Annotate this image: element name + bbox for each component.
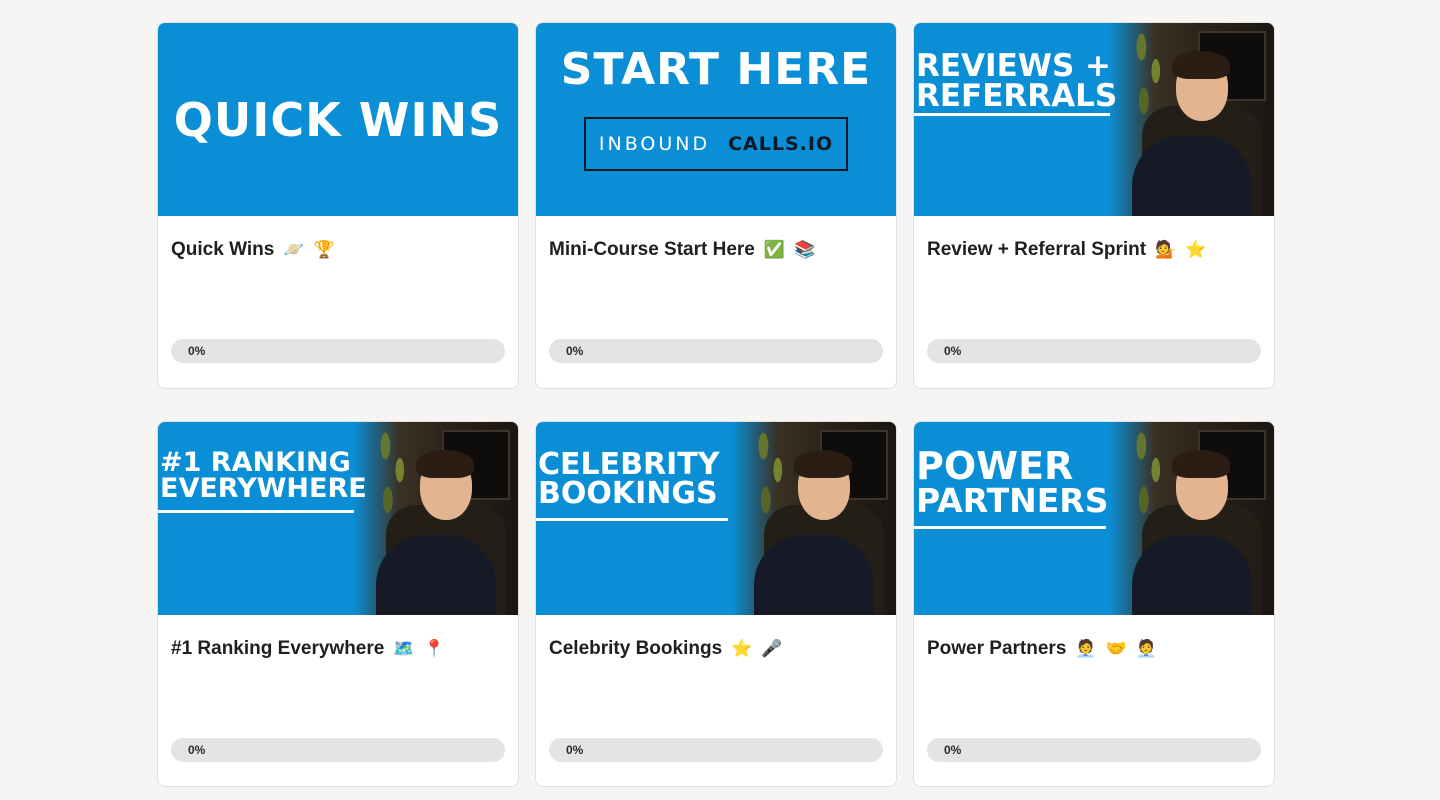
progress-label: 0% — [944, 743, 962, 757]
person-tipping-hand-emoji-icon: 💁 — [1155, 240, 1177, 260]
presenter-body — [376, 535, 496, 615]
title-underline — [914, 113, 1110, 116]
progress-label: 0% — [566, 344, 584, 358]
course-thumbnail[interactable]: POWER PARTNERS — [914, 422, 1274, 615]
thumbnail-title: POWER PARTNERS — [916, 444, 1109, 521]
brand-logo: INBOUND CALLS.IO — [584, 117, 848, 171]
thumbnail-title-line: POWER — [916, 444, 1074, 488]
planet-emoji-icon: 🪐 — [283, 240, 305, 260]
title-underline — [914, 526, 1106, 529]
course-card-power-partners[interactable]: POWER PARTNERS Power Partners 🧑‍💼 🤝 🧑‍💼 … — [913, 421, 1275, 787]
course-title[interactable]: Celebrity Bookings ⭐ 🎤 — [549, 638, 783, 660]
course-thumbnail[interactable]: #1 RANKING EVERYWHERE — [158, 422, 518, 615]
logo-text-inbound: INBOUND — [598, 133, 711, 155]
presenter-body — [1132, 535, 1252, 615]
thumbnail-title-line: CELEBRITY — [538, 447, 720, 482]
progress-label: 0% — [566, 743, 584, 757]
thumbnail-title-line: EVERYWHERE — [160, 473, 367, 505]
course-title-text: Power Partners — [927, 638, 1067, 659]
course-card-start-here[interactable]: START HERE INBOUND CALLS.IO Mini-Course … — [535, 22, 897, 389]
course-grid: QUICK WINS Quick Wins 🪐 🏆 0% START HERE … — [157, 22, 1275, 787]
course-card-ranking-everywhere[interactable]: #1 RANKING EVERYWHERE #1 Ranking Everywh… — [157, 421, 519, 787]
course-title-text: Review + Referral Sprint — [927, 239, 1147, 260]
presenter-photo — [1109, 422, 1274, 615]
handshake-emoji-icon: 🤝 — [1105, 639, 1127, 659]
title-underline — [158, 510, 354, 513]
course-title-text: Mini-Course Start Here — [549, 239, 755, 260]
course-title-text: #1 Ranking Everywhere — [171, 638, 385, 659]
thumbnail-title-line: REFERRALS — [916, 78, 1118, 115]
star-emoji-icon: ⭐ — [731, 639, 753, 659]
title-underline — [536, 518, 728, 521]
thumbnail-title: #1 RANKING EVERYWHERE — [160, 449, 367, 505]
thumbnail-title: REVIEWS + REFERRALS — [916, 48, 1118, 115]
microphone-emoji-icon: 🎤 — [761, 639, 783, 659]
presenter-hair — [794, 450, 852, 478]
thumbnail-title-line: REVIEWS + — [916, 48, 1112, 84]
progress-label: 0% — [188, 743, 206, 757]
progress-bar: 0% — [549, 339, 883, 363]
thumbnail-title: CELEBRITY BOOKINGS — [538, 447, 720, 512]
course-title[interactable]: #1 Ranking Everywhere 🗺️ 📍 — [171, 638, 445, 660]
course-thumbnail[interactable]: START HERE INBOUND CALLS.IO — [536, 23, 896, 216]
logo-text-calls: CALLS.IO — [728, 133, 834, 155]
course-card-quick-wins[interactable]: QUICK WINS Quick Wins 🪐 🏆 0% — [157, 22, 519, 389]
thumbnail-title: QUICK WINS — [173, 92, 503, 147]
progress-bar: 0% — [927, 339, 1261, 363]
presenter-photo — [731, 422, 896, 615]
presenter-hair — [416, 450, 474, 478]
business-person-emoji-icon: 🧑‍💼 — [1075, 639, 1097, 659]
progress-bar: 0% — [549, 738, 883, 762]
thumbnail-title: START HERE — [560, 44, 872, 95]
course-title-text: Quick Wins — [171, 239, 275, 260]
course-title[interactable]: Review + Referral Sprint 💁 ⭐ — [927, 239, 1206, 261]
presenter-hair — [1172, 51, 1230, 79]
presenter-body — [754, 535, 874, 615]
presenter-photo — [353, 422, 518, 615]
pin-emoji-icon: 📍 — [423, 639, 445, 659]
business-person-emoji-icon: 🧑‍💼 — [1135, 639, 1157, 659]
check-mark-emoji-icon: ✅ — [763, 240, 786, 260]
presenter-photo — [1109, 23, 1274, 216]
course-card-reviews-referrals[interactable]: REVIEWS + REFERRALS Review + Referral Sp… — [913, 22, 1275, 389]
course-title-text: Celebrity Bookings — [549, 638, 723, 659]
world-map-emoji-icon: 🗺️ — [393, 639, 415, 659]
course-title[interactable]: Mini-Course Start Here ✅ 📚 — [549, 239, 815, 261]
course-thumbnail[interactable]: REVIEWS + REFERRALS — [914, 23, 1274, 216]
presenter-body — [1132, 136, 1252, 216]
star-emoji-icon: ⭐ — [1185, 240, 1207, 260]
progress-label: 0% — [944, 344, 962, 358]
thumbnail-title-line: BOOKINGS — [538, 476, 718, 512]
thumbnail-title-line: PARTNERS — [916, 481, 1109, 521]
course-card-celebrity-bookings[interactable]: CELEBRITY BOOKINGS Celebrity Bookings ⭐ … — [535, 421, 897, 787]
presenter-hair — [1172, 450, 1230, 478]
trophy-emoji-icon: 🏆 — [313, 240, 335, 260]
progress-bar: 0% — [927, 738, 1261, 762]
progress-label: 0% — [188, 344, 206, 358]
course-thumbnail[interactable]: QUICK WINS — [158, 23, 518, 216]
course-title[interactable]: Power Partners 🧑‍💼 🤝 🧑‍💼 — [927, 638, 1157, 660]
progress-bar: 0% — [171, 738, 505, 762]
books-emoji-icon: 📚 — [794, 240, 816, 260]
course-title[interactable]: Quick Wins 🪐 🏆 — [171, 239, 335, 261]
course-thumbnail[interactable]: CELEBRITY BOOKINGS — [536, 422, 896, 615]
progress-bar: 0% — [171, 339, 505, 363]
